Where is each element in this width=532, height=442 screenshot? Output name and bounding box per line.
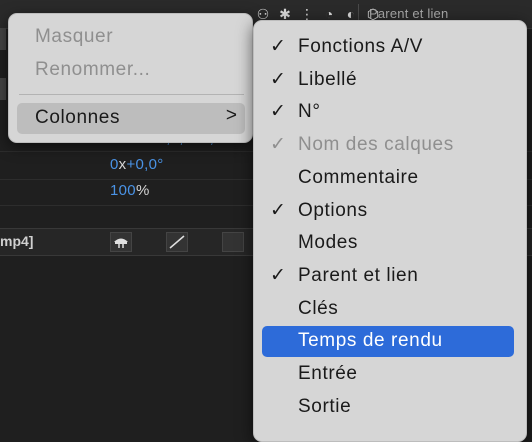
column-header-parent-link[interactable]: Parent et lien (369, 6, 448, 21)
checkmark-icon: ✓ (270, 264, 286, 286)
submenu-item-fonctions-a-v[interactable]: ✓ Fonctions A/V (262, 32, 514, 63)
row-edge (0, 78, 6, 100)
submenu-item-options[interactable]: ✓ Options (262, 196, 514, 227)
checkmark-icon: ✓ (270, 36, 286, 57)
quality-icon[interactable] (166, 232, 188, 252)
submenu-item-label: Modes (298, 232, 359, 254)
submenu-item-n[interactable]: ✓ N° (262, 97, 514, 128)
shy-icon[interactable] (110, 232, 132, 252)
menu-item-columns-label: Colonnes (35, 107, 121, 128)
submenu-item-label: N° (298, 101, 321, 123)
submenu-item-label: Fonctions A/V (298, 36, 424, 57)
submenu-item-label: Commentaire (298, 166, 419, 188)
submenu-item-parent-et-lien[interactable]: ✓ Parent et lien (262, 261, 514, 292)
context-menu: Masquer Renommer... Colonnes > (8, 13, 253, 143)
submenu-item-label: Options (298, 199, 368, 221)
submenu-item-label: Libellé (298, 68, 358, 90)
opacity-unit: % (135, 182, 150, 199)
submenu-item-cles[interactable]: Clés (262, 294, 514, 325)
rotation-degrees[interactable]: +0,0° (126, 156, 163, 173)
chevron-right-icon: > (225, 105, 237, 126)
opacity-value[interactable]: 100% (110, 182, 150, 199)
submenu-item-commentaire[interactable]: Commentaire (262, 163, 514, 194)
columns-submenu: ✓ Fonctions A/V ✓ Libellé ✓ N° ✓ Nom des calque… (253, 20, 527, 442)
checkmark-icon: ✓ (270, 101, 286, 123)
menu-divider (19, 94, 244, 95)
submenu-item-libelle[interactable]: ✓ Libellé (262, 65, 514, 96)
switch-slot[interactable] (222, 232, 244, 252)
submenu-item-label: Parent et lien (298, 264, 419, 286)
submenu-item-modes[interactable]: Modes (262, 228, 514, 259)
submenu-item-entree[interactable]: Entrée (262, 359, 514, 390)
submenu-item-label: Clés (298, 297, 339, 319)
row-edge (0, 28, 6, 50)
opacity-number[interactable]: 100 (110, 182, 136, 199)
submenu-item-sortie[interactable]: Sortie (262, 392, 514, 423)
submenu-item-nom-des-calques: ✓ Nom des calques (262, 130, 514, 161)
menu-item-columns[interactable]: Colonnes > (17, 103, 245, 134)
layer-name[interactable]: mp4] (0, 233, 33, 249)
checkmark-icon: ✓ (270, 199, 286, 221)
rotation-turns[interactable]: 0 (110, 156, 119, 173)
menu-item-rename: Renommer... (35, 59, 151, 80)
submenu-item-label: Nom des calques (298, 134, 454, 156)
submenu-item-label: Entrée (298, 363, 358, 384)
submenu-item-label: Sortie (298, 395, 352, 417)
submenu-item-temps-de-rendu[interactable]: Temps de rendu (262, 326, 514, 358)
menu-item-hide: Masquer (35, 26, 114, 47)
checkmark-icon: ✓ (270, 134, 286, 156)
rotation-value[interactable]: 0x+0,0° (110, 156, 164, 173)
checkmark-icon: ✓ (270, 68, 286, 90)
submenu-item-label: Temps de rendu (298, 330, 443, 352)
